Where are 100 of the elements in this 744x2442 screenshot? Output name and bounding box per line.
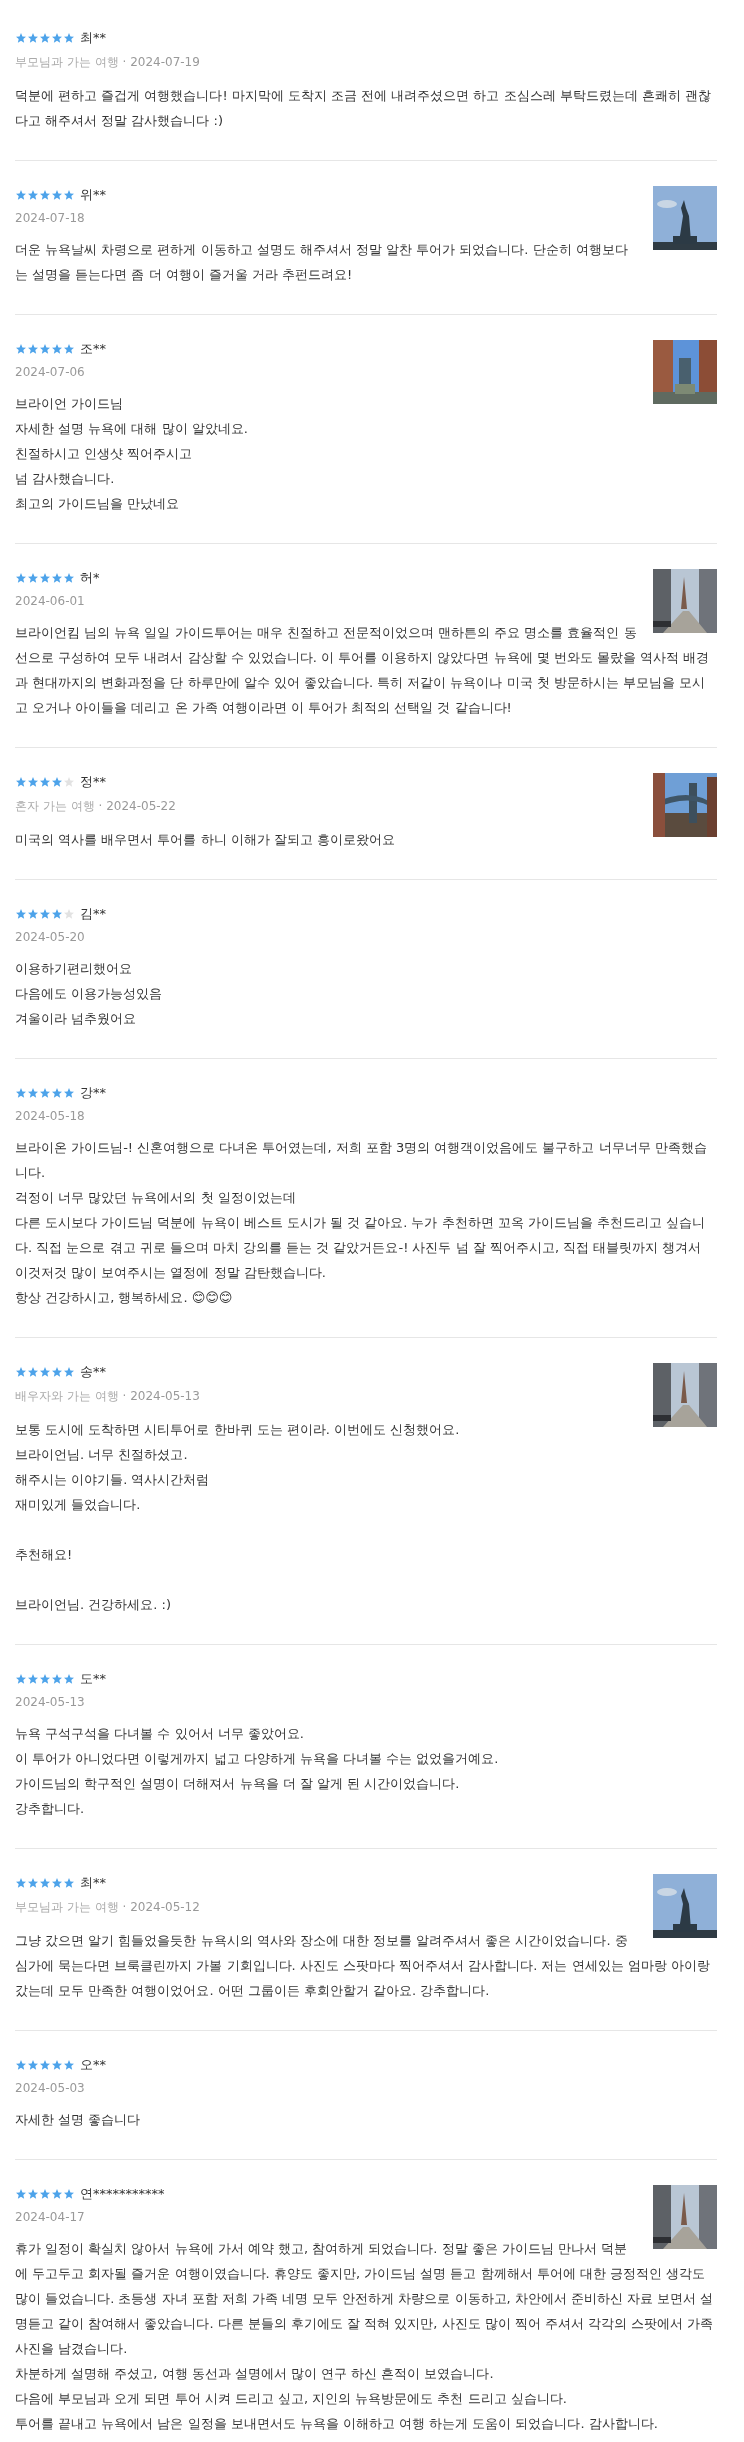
- review-text: 그냥 갔으면 알기 힘들었을듯한 뉴욕시의 역사와 장소에 대한 정보를 알려주셔서 좋은 시간이었습니다. 중심가에 묵는다면 브룩클린까지 가볼 기회입니다. 사진도 스팟마다 찍어주셔서 감사합니다. 저는 연세있는 엄마랑 아이랑 갔는데 모두 만족한 여행이었어요. 어떤 그룹이든 후회안할거 같아요. 강추합니다.: [15, 1932, 711, 2000]
- star-icon: [63, 1673, 75, 1685]
- star-icon: [39, 1366, 51, 1378]
- review-text: 해주시는 이야기들. 역사시간처럼: [15, 1471, 211, 1489]
- reviewer-name: 최**: [80, 29, 106, 47]
- star-icon: [51, 2188, 63, 2200]
- reviewer-name: 오**: [80, 2056, 106, 2074]
- review-text: 이용하기편리했어요: [15, 960, 133, 978]
- review-text: 친절하시고 인생샷 찍어주시고: [15, 445, 194, 463]
- review-date: 2024-05-03: [15, 2081, 85, 2095]
- reviewer-name: 강**: [80, 1084, 106, 1102]
- review-text: 휴가 일정이 확실치 않아서 뉴욕에 가서 예약 했고, 참여하게 되었습니다. 정말 좋은 가이드님 만나서 덕분에 두고두고 회자될 즐거운 여행이였습니다. 휴양도 좋지만, 가이드님 설명 듣고 함께해서 투어에 대한 긍정적인 생각도 많이 들었습니다. 초등생 자녀 포함 저희 가족 네명 모두 안전하게 차량으로 이동하고, 차안에서 준비하신 자료 보면서 설명듣고 같이 참여해서 좋았습니다. 다른 분들의 후기에도 잘 적혀 있지만, 사진도 많이 찍어 주셔서 각각의 스팟에서 가족사진을 남겼습니다.: [15, 2240, 715, 2358]
- star-icon: [27, 189, 39, 201]
- review-text: 보통 도시에 도착하면 시티투어로 한바퀴 도는 편이라. 이번에도 신청했어요.: [15, 1421, 461, 1439]
- review-text: 브라이온 가이드님-! 신혼여행으로 다녀온 투어였는데, 저희 포함 3명의 여행객이었음에도 불구하고 너무너무 만족했습니다.: [15, 1139, 708, 1182]
- review-text: 강추합니다.: [15, 1800, 86, 1818]
- star-icon: [39, 776, 51, 788]
- star-icon: [51, 1877, 63, 1889]
- star-icon: [15, 1087, 27, 1099]
- star-icon: [15, 572, 27, 584]
- star-icon: [15, 2188, 27, 2200]
- review-text: 재미있게 들었습니다.: [15, 1496, 142, 1514]
- star-icon: [63, 1366, 75, 1378]
- review-text: 더운 뉴욕날씨 차령으로 편하게 이동하고 설명도 해주셔서 정말 알찬 투어가 되었습니다. 단순히 여행보다는 설명을 듣는다면 좀 더 여행이 즐거울 거라 추펀드려요!: [15, 241, 629, 284]
- separator-dot: ·: [121, 55, 128, 69]
- review-text: 넘 감사했습니다.: [15, 470, 116, 488]
- star-icon: [39, 2188, 51, 2200]
- review-text: 자세한 설명 좋습니다: [15, 2111, 142, 2129]
- star-icon: [27, 572, 39, 584]
- review-date: 2024-05-13: [15, 1695, 85, 1709]
- star-icon: [51, 189, 63, 201]
- review-text: 다른 도시보다 가이드님 덕분에 뉴욕이 베스트 도시가 될 것 같아요. 누가 추천하면 꼬옥 가이드님을 추천드리고 싶습니다. 직접 눈으로 겪고 귀로 들으며 마치 강의를 듣는 것 같았거든요-! 사진두 넘 잘 찍어주시고, 직접 태블릿까지 챙겨서 이것저것 많이 보여주시는 열정에 정말 감탄했습니다.: [15, 1214, 707, 1282]
- review-text: 최고의 가이드님을 만났네요: [15, 495, 181, 513]
- review-date: 2024-07-06: [15, 365, 85, 379]
- star-icon: [39, 32, 51, 44]
- review-text: 다음에도 이용가능성있음: [15, 985, 164, 1003]
- star-icon: [63, 343, 75, 355]
- star-icon: [27, 32, 39, 44]
- star-icon: [15, 189, 27, 201]
- star-icon: [27, 1877, 39, 1889]
- review-text: 브라이언님. 건강하세요. :): [15, 1596, 172, 1614]
- review-text: 브라이언님. 너무 친절하셨고.: [15, 1446, 189, 1464]
- separator-dot: ·: [121, 1900, 128, 1914]
- star-icon: [27, 1366, 39, 1378]
- star-icon: [51, 776, 63, 788]
- star-icon: [27, 1087, 39, 1099]
- review-date: 2024-04-17: [15, 2210, 85, 2224]
- review-text: 차분하게 설명해 주셨고, 여행 동선과 설명에서 많이 연구 하신 흔적이 보였습니다.: [15, 2365, 495, 2383]
- review-text: 덕분에 편하고 즐겁게 여행했습니다! 마지막에 도착지 조금 전에 내려주셨으면 하고 조심스레 부탁드렸는데 흔쾌히 괜찮다고 해주셔서 정말 감사했습니다 :): [15, 87, 712, 130]
- star-icon: [51, 1366, 63, 1378]
- star-icon: [39, 2059, 51, 2071]
- star-icon: [27, 2059, 39, 2071]
- trip-type: 부모님과 가는 여행: [15, 55, 119, 69]
- star-icon: [63, 32, 75, 44]
- star-icon: [27, 2188, 39, 2200]
- star-icon: [15, 32, 27, 44]
- reviewer-name: 송**: [80, 1363, 106, 1381]
- star-icon: [39, 572, 51, 584]
- review-text: 뉴욕 구석구석을 다녀볼 수 있어서 너무 좋았어요.: [15, 1725, 305, 1743]
- star-icon: [63, 1877, 75, 1889]
- reviewer-name: 연***********: [80, 2185, 165, 2203]
- reviewer-name: 정**: [80, 773, 106, 791]
- review-date: 2024-07-19: [130, 55, 200, 69]
- star-icon: [27, 908, 39, 920]
- review-text: 항상 건강하시고, 행복하세요. 😊😊😊: [15, 1289, 234, 1307]
- star-icon: [51, 1087, 63, 1099]
- star-icon: [51, 343, 63, 355]
- star-icon: [39, 1673, 51, 1685]
- star-icon: [63, 1087, 75, 1099]
- review-date: 2024-05-22: [106, 799, 176, 813]
- review-text: 겨울이라 넘추웠어요: [15, 1010, 138, 1028]
- review-date: 2024-05-18: [15, 1109, 85, 1123]
- star-icon: [63, 189, 75, 201]
- separator-dot: ·: [97, 799, 104, 813]
- review-text: 투어를 끝내고 뉴욕에서 남은 일정을 보내면서도 뉴욕을 이해하고 여행 하는게 도움이 되었습니다. 감사합니다.: [15, 2415, 659, 2433]
- review-text: 자세한 설명 뉴욕에 대해 많이 알았네요.: [15, 420, 249, 438]
- star-icon: [51, 908, 63, 920]
- reviewer-name: 김**: [80, 905, 106, 923]
- star-icon: [15, 908, 27, 920]
- star-icon: [63, 776, 75, 788]
- star-icon: [15, 1877, 27, 1889]
- star-icon: [27, 776, 39, 788]
- review-text: 미국의 역사를 배우면서 투어를 하니 이해가 잘되고 흥이로왔어요: [15, 831, 396, 849]
- star-icon: [51, 32, 63, 44]
- review-date: 2024-05-12: [130, 1900, 200, 1914]
- star-icon: [51, 2059, 63, 2071]
- star-icon: [15, 1366, 27, 1378]
- review-text: 다음에 부모님과 오게 되면 투어 시켜 드리고 싶고, 지인의 뉴욕방문에도 추천 드리고 싶습니다.: [15, 2390, 568, 2408]
- review-text: 걱정이 너무 많았던 뉴욕에서의 첫 일정이었는데: [15, 1189, 297, 1207]
- review-date: 2024-05-13: [130, 1389, 200, 1403]
- review-text: 브라이언 가이드님: [15, 395, 125, 413]
- separator-dot: ·: [121, 1389, 128, 1403]
- reviewer-name: 허*: [80, 569, 100, 587]
- review-text: 가이드님의 학구적인 설명이 더해져서 뉴욕을 더 잘 알게 된 시간이었습니다.: [15, 1775, 461, 1793]
- star-icon: [15, 1673, 27, 1685]
- review-text: 브라이언킴 님의 뉴욕 일일 가이드투어는 매우 친절하고 전문적이었으며 맨하튼의 주요 명소를 효율적인 동선으로 구성하여 모두 내려서 감상할 수 있었습니다. 이 투어를 이용하지 않았다면 뉴욕에 몇 번와도 몰랐을 역사적 배경과 현대까지의 변화과정을 단 하루만에 알수 있어 좋았습니다. 특히 저같이 뉴욕이나 미국 첫 방문하시는 부모님을 모시고 오거나 아이들을 데리고 온 가족 여행이라면 이 투어가 최적의 선택일 것 같습니다!: [15, 624, 711, 717]
- star-icon: [63, 2059, 75, 2071]
- review-text: 이 투어가 아니었다면 이렇게까지 넓고 다양하게 뉴욕을 다녀볼 수는 없었을거예요.: [15, 1750, 500, 1768]
- star-icon: [63, 2188, 75, 2200]
- reviewer-name: 위**: [80, 186, 106, 204]
